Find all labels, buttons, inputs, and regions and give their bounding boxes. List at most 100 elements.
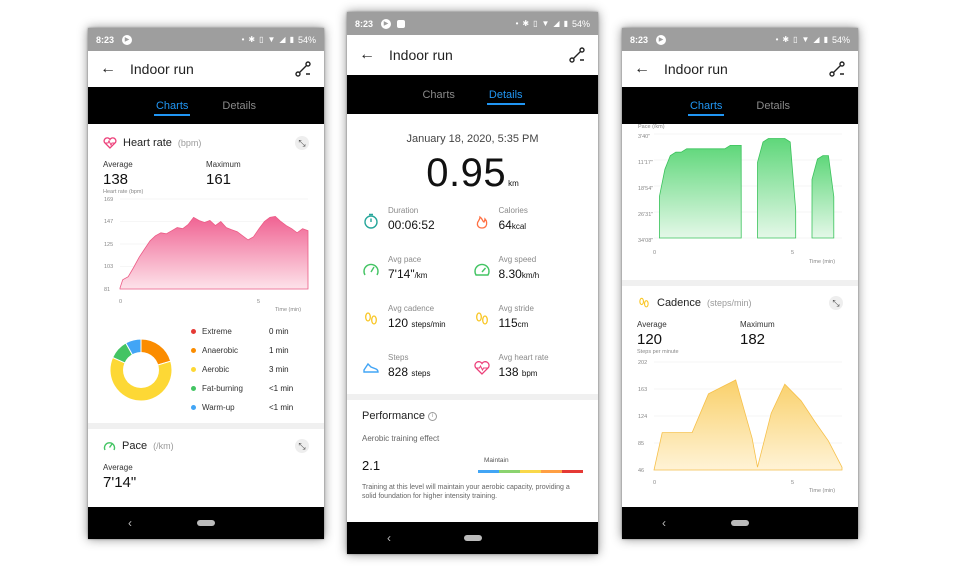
tab-details[interactable]: Details: [486, 83, 525, 107]
y-tick-label: 3'40": [638, 134, 650, 140]
metric-label: Avg heart rate: [498, 353, 549, 362]
info-icon[interactable]: i: [427, 411, 437, 421]
metric-unit: km/h: [521, 271, 540, 280]
home-pill-icon[interactable]: [463, 535, 482, 541]
route-icon[interactable]: [294, 60, 312, 78]
zone-value: <1 min: [269, 403, 294, 412]
charts-content[interactable]: Pace (/km) 3'40" 11'17" 18'54" 26'31" 34…: [622, 124, 858, 507]
bluetooth-icon: ✱: [522, 19, 530, 28]
home-pill-icon[interactable]: [731, 520, 749, 526]
page-title: Indoor run: [664, 61, 728, 77]
charts-content[interactable]: Heart rate (bpm) ⤡ Average 138 Maximum 1…: [88, 124, 324, 507]
route-icon[interactable]: [828, 60, 846, 78]
cadence-chart[interactable]: 202 163 124 85 46 0 5 Time (min): [622, 355, 858, 495]
route-icon[interactable]: [568, 46, 586, 64]
heart-rate-area: [119, 215, 309, 290]
x-tick-label: 0: [119, 299, 122, 305]
wifi-icon: ▼: [541, 19, 550, 28]
metric-value: 120: [388, 316, 409, 330]
cadence-footprints-icon: [639, 297, 649, 308]
flame-icon: [476, 215, 487, 229]
metric-unit: /km: [414, 271, 428, 280]
pace-area-segment: [659, 145, 742, 239]
nav-back-icon[interactable]: ‹: [128, 516, 132, 530]
metric-value: 8.30: [498, 267, 522, 281]
maximum-label: Maximum: [740, 320, 775, 329]
zone-name: Aerobic: [202, 365, 230, 374]
battery-level: 54%: [571, 18, 590, 29]
back-arrow-icon[interactable]: ←: [634, 60, 654, 78]
status-bar: 8:23 ▶ • ✱ ▯ ▼ ◢ ▮ 54%: [347, 12, 598, 35]
tab-charts[interactable]: Charts: [687, 94, 725, 118]
workout-date: January 18, 2020, 5:35 PM: [406, 133, 539, 145]
bluetooth-icon: ✱: [248, 35, 256, 44]
back-arrow-icon[interactable]: ←: [359, 46, 379, 64]
tab-details[interactable]: Details: [220, 94, 258, 118]
y-tick-label: 26'31": [638, 212, 653, 218]
cadence-card: Cadence (steps/min) ⤡ Average 120 Maximu…: [622, 286, 858, 500]
metric-value: 115: [498, 316, 518, 330]
x-axis-title: Time (min): [809, 259, 835, 265]
status-bar: 8:23 ▶ • ✱ ▯ ▼ ◢ ▮ 54%: [622, 28, 858, 51]
metric-label: Avg pace: [388, 255, 422, 264]
average-label: Average: [103, 463, 133, 472]
play-icon: ▶: [122, 34, 133, 45]
page-title: Indoor run: [130, 61, 194, 77]
zone-name: Anaerobic: [202, 346, 239, 355]
x-axis-title: Time (min): [809, 488, 835, 494]
y-tick-label: 169: [104, 197, 113, 203]
tab-charts[interactable]: Charts: [153, 94, 191, 118]
expand-icon[interactable]: ⤡: [829, 296, 843, 310]
zone-row: Fat-burning <1 min: [191, 379, 293, 398]
pace-area-segment: [757, 138, 797, 239]
y-tick-label: 34'08": [638, 238, 653, 244]
expand-icon[interactable]: ⤡: [295, 439, 309, 453]
metric-label: Duration: [388, 206, 419, 215]
distance-unit: km: [508, 179, 519, 188]
expand-icon[interactable]: ⤡: [295, 136, 309, 150]
y-tick-label: 103: [104, 264, 113, 270]
notification-dot-icon: •: [241, 35, 245, 44]
distance-value: 0.95: [426, 151, 507, 195]
heart-icon: [473, 361, 490, 375]
system-nav-bar: ‹: [622, 507, 858, 539]
metric-value: 828: [388, 365, 409, 379]
notification-dot-icon: •: [515, 19, 519, 28]
heart-rate-icon: [103, 137, 117, 149]
zone-value: <1 min: [269, 384, 294, 393]
zone-row: Aerobic 3 min: [191, 360, 293, 379]
maximum-heart-rate: 161: [206, 171, 232, 188]
maintain-label: Maintain: [484, 457, 509, 464]
metrics-grid: Duration 00:06:52 Calories 64kcal Avg pa…: [347, 196, 598, 388]
zone-aerobic-dot: [191, 367, 196, 372]
cadence-unit: (steps/min): [707, 298, 752, 308]
nav-back-icon[interactable]: ‹: [662, 516, 666, 530]
zone-extreme-dot: [191, 329, 196, 334]
battery-icon: ▮: [823, 35, 828, 44]
pace-unit: (/km): [153, 441, 174, 451]
performance-description: Training at this level will maintain you…: [362, 484, 570, 500]
metric-unit: bpm: [521, 369, 538, 378]
tab-charts[interactable]: Charts: [420, 83, 456, 107]
maximum-cadence: 182: [740, 331, 766, 348]
y-tick-label: 18'54": [638, 186, 653, 192]
nav-back-icon[interactable]: ‹: [387, 531, 391, 545]
metric-label: Avg cadence: [388, 304, 435, 313]
pace-chart[interactable]: Pace (/km) 3'40" 11'17" 18'54" 26'31" 34…: [622, 124, 858, 272]
heart-rate-chart[interactable]: 169 147 125 103 81 0 5 Time (min): [88, 195, 324, 325]
metric-unit: kcal: [511, 222, 527, 231]
back-arrow-icon[interactable]: ←: [100, 60, 120, 78]
metric-label: Steps: [388, 353, 409, 362]
battery-level: 54%: [831, 34, 850, 45]
metric-value: 138: [498, 365, 519, 379]
pace-area-segment: [811, 155, 835, 239]
details-content[interactable]: January 18, 2020, 5:35 PM 0.95 km Duratio…: [347, 114, 598, 522]
app-bar: ← Indoor run: [347, 35, 598, 75]
home-pill-icon[interactable]: [197, 520, 215, 526]
tab-details[interactable]: Details: [754, 94, 792, 118]
zone-warm-up-dot: [191, 405, 196, 410]
app-bar: ← Indoor run: [88, 51, 324, 87]
heart-rate-zones-donut[interactable]: [106, 335, 176, 405]
cadence-title: Cadence: [657, 297, 702, 309]
performance-card: Performance i Aerobic training effect 2.1…: [347, 400, 598, 501]
